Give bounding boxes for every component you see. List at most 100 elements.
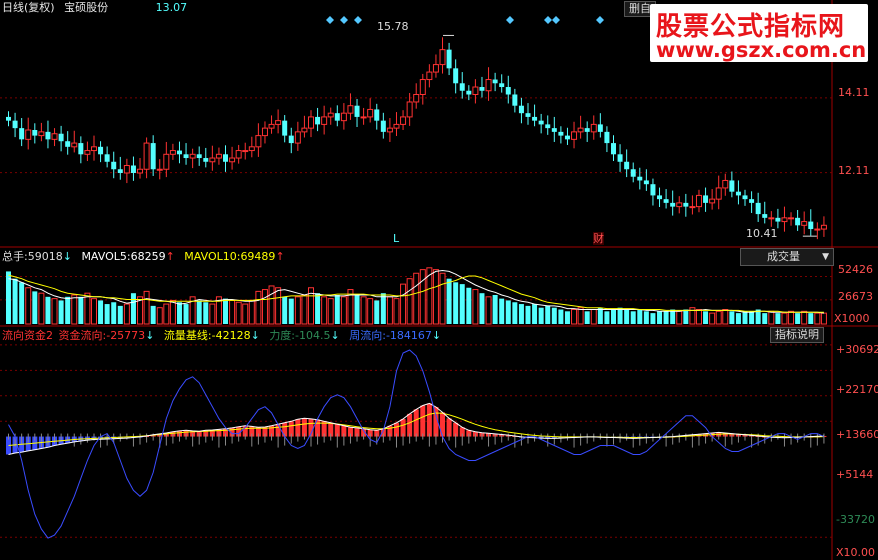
candle-body bbox=[518, 105, 524, 114]
indicator-header: 流向资金2 资金流向:-25773↓ 流量基线:-42128↓ 力度:-104.… bbox=[2, 329, 441, 342]
watermark: 股票公式指标网 www.gszx.com.cn bbox=[650, 4, 868, 62]
volume-bar bbox=[150, 305, 156, 324]
price-tick-label: 14.11 bbox=[838, 86, 870, 99]
volume-bar bbox=[413, 272, 420, 325]
candle-body bbox=[676, 202, 683, 208]
candle-body bbox=[78, 143, 84, 155]
candle-body bbox=[610, 143, 616, 155]
candle-body bbox=[327, 112, 334, 118]
candle-body bbox=[624, 161, 630, 170]
mavol10-label: MAVOL10: bbox=[184, 250, 241, 263]
candle-body bbox=[505, 87, 511, 95]
candle-body bbox=[169, 150, 176, 155]
event-marker-finance[interactable]: 财 bbox=[593, 232, 604, 245]
indicator-explain-button[interactable]: 指标说明 bbox=[770, 327, 824, 343]
volume-bar bbox=[209, 303, 216, 325]
volume-bar bbox=[183, 304, 189, 324]
chevron-down-icon: ▼ bbox=[822, 252, 829, 262]
candle-body bbox=[762, 214, 768, 218]
volume-bar bbox=[735, 313, 741, 324]
mavol5-label: MAVOL5: bbox=[81, 250, 131, 263]
volume-bar bbox=[169, 299, 176, 325]
volume-bar bbox=[749, 311, 755, 324]
volume-bar bbox=[571, 309, 578, 325]
candle-body bbox=[722, 179, 729, 189]
volume-bar bbox=[820, 312, 827, 325]
base-value: -42128 bbox=[211, 329, 251, 342]
indicator-tick-label: +22170 bbox=[836, 383, 878, 396]
candle-body bbox=[617, 154, 623, 162]
candle-body bbox=[248, 146, 255, 152]
volume-bar bbox=[617, 307, 623, 324]
volume-bar bbox=[459, 284, 465, 324]
event-marker-l[interactable]: L bbox=[393, 232, 399, 245]
candle-body bbox=[406, 101, 413, 118]
total-volume-value: 59018 bbox=[27, 250, 63, 263]
candle-body bbox=[65, 141, 71, 147]
volume-bar bbox=[479, 293, 485, 324]
volume-bar bbox=[637, 309, 643, 324]
volume-bar bbox=[275, 287, 282, 325]
volume-unit-label: X1000 bbox=[834, 312, 870, 325]
volume-bar bbox=[380, 293, 386, 324]
volume-bar bbox=[65, 296, 71, 324]
candle-body bbox=[203, 158, 209, 162]
mavol10-value: 69489 bbox=[240, 250, 276, 263]
volume-bar bbox=[367, 298, 374, 325]
volume-bar bbox=[51, 298, 58, 325]
price-tick-label: 12.11 bbox=[838, 164, 870, 177]
mavol5-value: 68259 bbox=[130, 250, 166, 263]
indicator-tick-label: -33720 bbox=[836, 513, 875, 526]
volume-bar bbox=[25, 287, 32, 325]
candle-body bbox=[340, 112, 347, 122]
candle-body bbox=[577, 127, 584, 133]
signal-diamond-icon bbox=[354, 16, 362, 24]
candle-body bbox=[472, 86, 479, 95]
indicator-unit-label: X10.00 bbox=[836, 546, 876, 559]
flow-bar bbox=[413, 409, 419, 437]
volume-bar bbox=[176, 302, 182, 324]
force-value: -104.5 bbox=[295, 329, 331, 342]
volume-bar bbox=[492, 295, 498, 324]
volume-bar bbox=[499, 298, 505, 324]
candle-body bbox=[558, 131, 564, 136]
candle-body bbox=[683, 202, 689, 207]
volume-bar bbox=[729, 311, 735, 324]
candle-body bbox=[189, 153, 196, 159]
volume-bar bbox=[294, 296, 301, 325]
candle-body bbox=[795, 217, 801, 226]
candle-body bbox=[321, 116, 328, 125]
candle-body bbox=[781, 217, 788, 223]
candle-body bbox=[439, 49, 446, 66]
candle-body bbox=[768, 217, 775, 220]
volume-bar bbox=[374, 300, 380, 324]
candle-body bbox=[354, 105, 360, 117]
volume-bar bbox=[597, 307, 603, 324]
volume-bar bbox=[768, 310, 775, 325]
volume-bar bbox=[288, 298, 294, 324]
candle-body bbox=[156, 168, 163, 171]
candle-body bbox=[650, 184, 656, 196]
volume-indicator-select[interactable]: 成交量 ▼ bbox=[740, 248, 834, 266]
volume-bar bbox=[419, 269, 426, 325]
candle-body bbox=[38, 131, 45, 137]
volume-indicator-label: 成交量 bbox=[767, 250, 800, 263]
candle-body bbox=[235, 150, 242, 159]
candle-body bbox=[466, 90, 472, 95]
candle-body bbox=[137, 168, 144, 174]
volume-bar bbox=[58, 300, 64, 324]
candle-body bbox=[196, 154, 202, 159]
candle-body bbox=[749, 199, 755, 203]
volume-bar bbox=[715, 310, 722, 325]
candle-body bbox=[130, 165, 136, 173]
candle-body bbox=[360, 116, 367, 119]
volume-bar bbox=[538, 307, 544, 324]
volume-bar bbox=[432, 269, 439, 325]
indicator-tick-label: +30692 bbox=[836, 343, 878, 356]
volume-bar bbox=[453, 282, 459, 324]
candle-body bbox=[604, 131, 610, 144]
arrow-up-icon: ↑ bbox=[165, 250, 175, 263]
period-label[interactable]: 日线(复权) bbox=[2, 1, 55, 14]
candle-body bbox=[242, 150, 249, 153]
candle-body bbox=[84, 150, 91, 155]
